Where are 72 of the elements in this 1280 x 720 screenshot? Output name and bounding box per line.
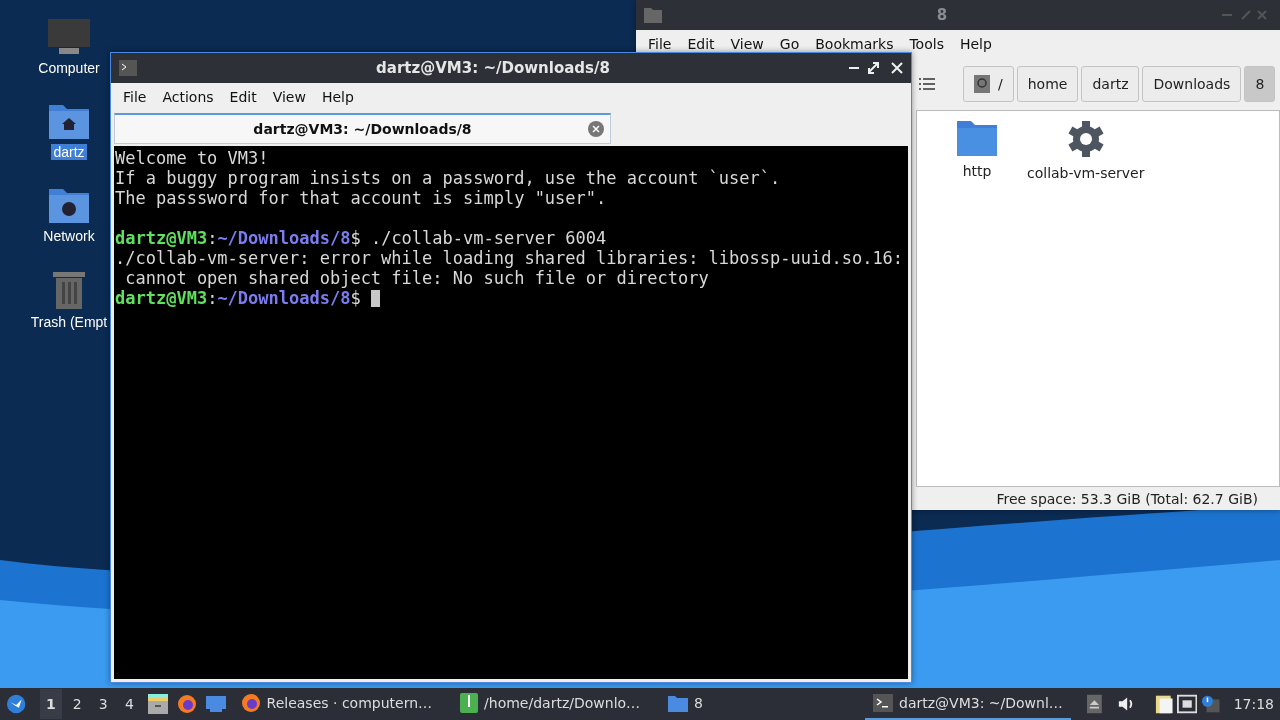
browser-icon[interactable] (240, 693, 261, 713)
terminal-text: $ (350, 288, 362, 308)
clipboard-icon[interactable] (1154, 693, 1173, 715)
list-view-icon[interactable] (919, 78, 935, 90)
workspace-button[interactable]: 4 (118, 689, 141, 719)
workspace-button[interactable]: 1 (39, 689, 63, 719)
menu-item[interactable]: Actions (154, 89, 222, 105)
status-text: Free space: 53.3 GiB (Total: 62.7 GiB) (996, 490, 1258, 507)
desktop-icon-label[interactable]: dartz (51, 144, 87, 160)
path-button[interactable]: dartz (1081, 66, 1140, 102)
terminal-text: ~/Downloads/8 (217, 288, 351, 308)
menu-item[interactable]: Help (951, 36, 1000, 52)
terminal-text: If a buggy program insists on a password, use the account `user`. (115, 168, 781, 188)
workspace-button[interactable]: 2 (66, 689, 89, 719)
trash-icon (51, 270, 87, 310)
eject-icon[interactable] (1086, 694, 1102, 714)
terminal-text: dartz@VM3 (115, 288, 208, 308)
notification-icon[interactable] (1201, 694, 1222, 714)
menu-item[interactable]: Bookmarks (807, 36, 902, 52)
drive-icon (974, 75, 990, 93)
network-folder-icon (48, 186, 90, 224)
menu-item[interactable]: View (264, 89, 314, 105)
file-name[interactable]: http (962, 163, 992, 179)
desktop-icon-label[interactable]: Computer (36, 60, 102, 76)
terminal-text: ~/Downloads/8 (217, 228, 351, 248)
menu-item[interactable]: File (115, 89, 155, 105)
terminal-text: Welcome to VM3! (115, 148, 269, 168)
menu-item[interactable]: View (722, 36, 772, 52)
close-icon[interactable] (588, 121, 604, 137)
monitor-icon (47, 18, 91, 56)
terminal-icon (119, 60, 137, 76)
terminal-text: : (207, 288, 218, 308)
terminal-text: cannot open shared object file: No such file or directory (124, 268, 709, 288)
desktop-icon-label[interactable]: Network (41, 228, 97, 244)
desktop-icon-label[interactable]: Trash (Empt (28, 314, 110, 330)
desktop-icon[interactable] (204, 695, 227, 713)
workspace-button[interactable]: 3 (92, 689, 115, 719)
path-button[interactable]: 8 (1244, 66, 1276, 102)
clock[interactable]: 17:18 (1233, 696, 1274, 712)
terminal-text: dartz@VM3 (115, 228, 208, 248)
file-cabinet-icon[interactable] (146, 694, 169, 714)
menu-item[interactable]: Tools (901, 36, 952, 52)
terminal-text: : (207, 228, 218, 248)
path-button[interactable]: Downloads (1142, 66, 1242, 102)
menu-item[interactable]: Help (313, 89, 362, 105)
gear-icon[interactable] (1065, 119, 1106, 159)
folder-icon (644, 7, 662, 23)
file-name[interactable]: collab-vm-server (1027, 165, 1145, 181)
menu-item[interactable]: Edit (679, 36, 723, 52)
window-title: dartz@VM3: ~/Downloads/8 (375, 59, 611, 77)
terminal-icon (873, 694, 893, 712)
terminal-tab[interactable]: dartz@VM3: ~/Downloads/8 (114, 113, 611, 144)
terminal-text: ./collab-vm-server: error while loading shared libraries: libossp-uuid.so.16: (115, 248, 904, 268)
folder-icon[interactable] (956, 119, 998, 157)
taskbar-task[interactable]: 8 (660, 688, 711, 720)
menu-item[interactable]: Go (771, 36, 808, 52)
archive-icon (460, 693, 479, 713)
taskbar-task[interactable]: /home/dartz/Downlo… (452, 688, 649, 720)
path-button[interactable]: / (963, 66, 1014, 102)
home-folder-icon (48, 102, 90, 140)
path-button[interactable]: home (1016, 66, 1079, 102)
taskbar-task[interactable]: dartz@VM3: ~/Downl… (865, 688, 1071, 720)
taskbar-task[interactable]: Releases · computern… (232, 688, 441, 720)
window-controls-icon[interactable] (849, 62, 903, 74)
menu-item[interactable]: Edit (221, 89, 265, 105)
window-title: 8 (935, 6, 949, 24)
terminal-output[interactable] (114, 146, 908, 679)
terminal-text: $ ./collab-vm-server 6004 (350, 228, 607, 248)
folder-icon (668, 694, 689, 712)
browser-icon[interactable] (176, 694, 197, 714)
menu-item[interactable]: File (640, 36, 680, 52)
terminal-text: The passsword for that account is simply "user". (115, 188, 607, 208)
